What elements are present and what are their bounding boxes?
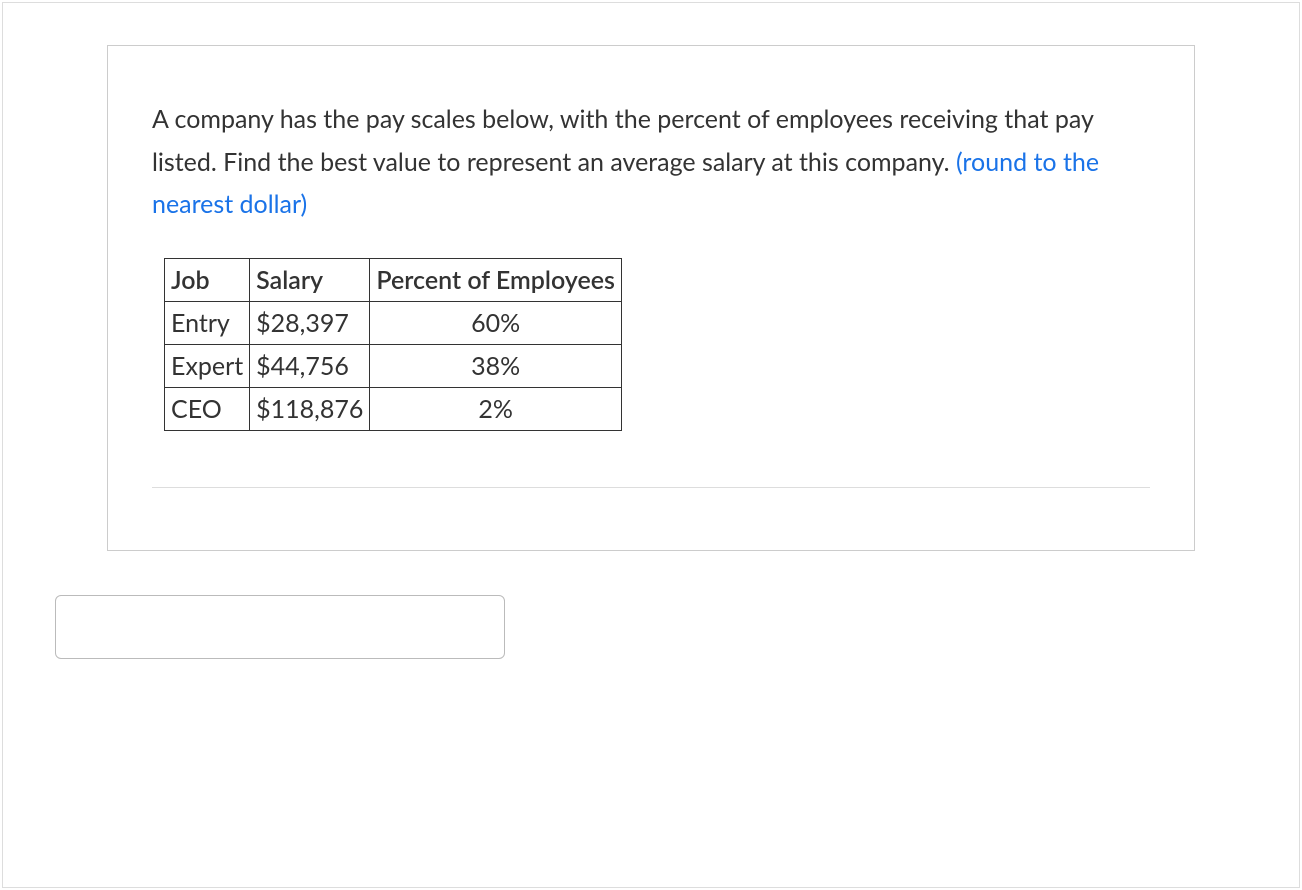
question-text: A company has the pay scales below, with… [152,98,1150,226]
cell-percent: 38% [370,344,622,387]
cell-job: Expert [165,344,250,387]
cell-salary: $118,876 [250,387,370,430]
table-row: Entry $28,397 60% [165,301,622,344]
cell-salary: $28,397 [250,301,370,344]
answer-input[interactable] [55,595,505,659]
cell-job: Entry [165,301,250,344]
page-container: A company has the pay scales below, with… [2,2,1300,888]
cell-job: CEO [165,387,250,430]
table-header-row: Job Salary Percent of Employees [165,258,622,301]
header-percent: Percent of Employees [370,258,622,301]
header-salary: Salary [250,258,370,301]
question-body: A company has the pay scales below, with… [152,104,1093,177]
cell-percent: 2% [370,387,622,430]
table-row: Expert $44,756 38% [165,344,622,387]
cell-percent: 60% [370,301,622,344]
header-job: Job [165,258,250,301]
question-box: A company has the pay scales below, with… [107,45,1195,551]
spacer [152,488,1150,550]
table-row: CEO $118,876 2% [165,387,622,430]
cell-salary: $44,756 [250,344,370,387]
pay-scale-table: Job Salary Percent of Employees Entry $2… [164,258,622,431]
